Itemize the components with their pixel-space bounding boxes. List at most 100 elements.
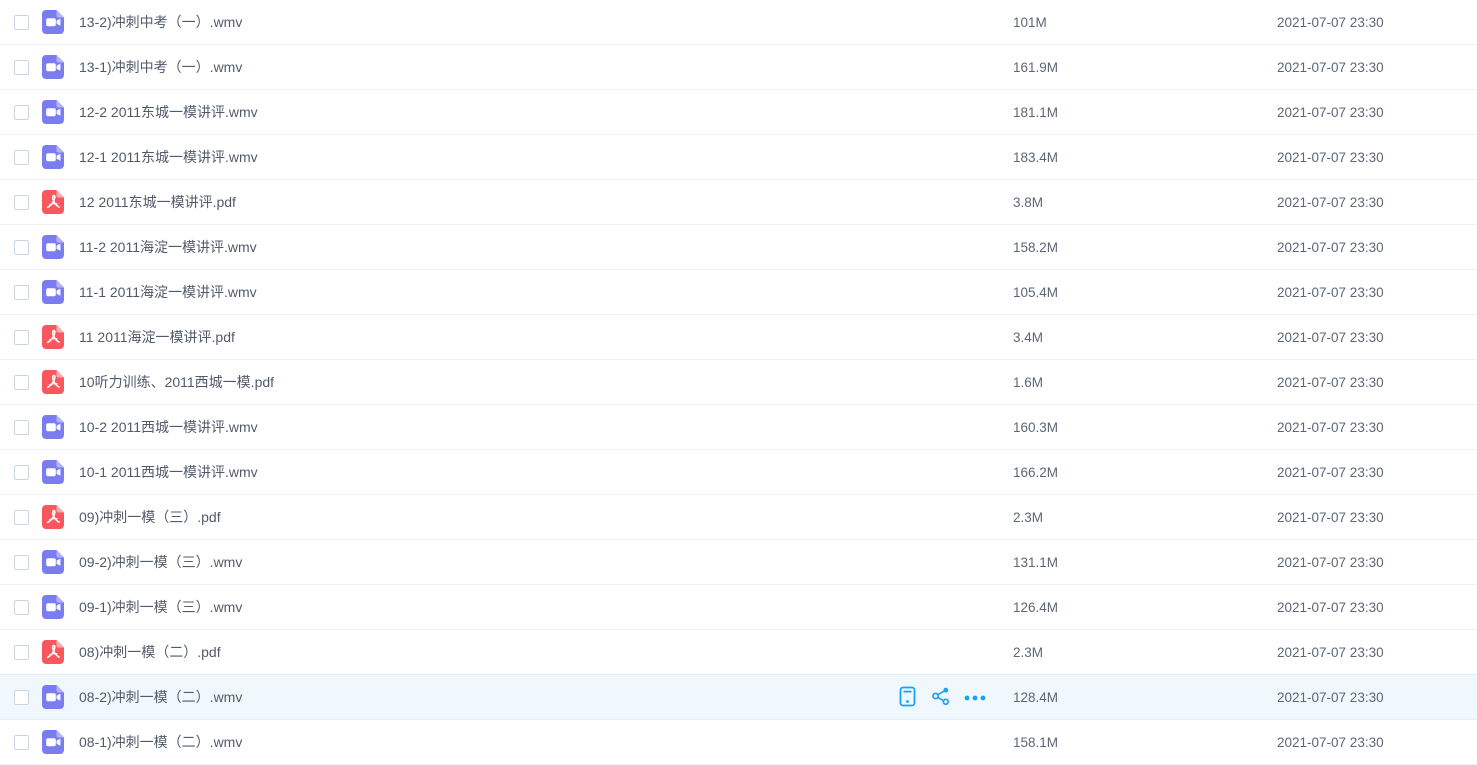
row-checkbox[interactable]	[14, 150, 29, 165]
row-checkbox[interactable]	[14, 510, 29, 525]
file-date: 2021-07-07 23:30	[1277, 585, 1384, 630]
file-date: 2021-07-07 23:30	[1277, 360, 1384, 405]
file-row[interactable]: 08)冲刺一模（二）.pdf	[0, 630, 1477, 675]
file-row[interactable]: 13-1)冲刺中考（一）.wmv	[0, 45, 1477, 90]
file-name[interactable]: 09-1)冲刺一模（三）.wmv	[79, 585, 242, 630]
file-name[interactable]: 09)冲刺一模（三）.pdf	[79, 495, 221, 540]
row-checkbox[interactable]	[14, 555, 29, 570]
file-size: 101M	[1013, 0, 1047, 45]
save-to-device-button[interactable]	[896, 687, 918, 709]
pdf-file-icon	[42, 325, 64, 349]
file-date: 2021-07-07 23:30	[1277, 495, 1384, 540]
file-name[interactable]: 11-1 2011海淀一模讲评.wmv	[79, 270, 257, 315]
file-row[interactable]: 12 2011东城一模讲评.pdf	[0, 180, 1477, 225]
file-name[interactable]: 10听力训练、2011西城一模.pdf	[79, 360, 274, 405]
file-name[interactable]: 12-1 2011东城一模讲评.wmv	[79, 135, 258, 180]
file-row[interactable]: 09-1)冲刺一模（三）.wmv	[0, 585, 1477, 630]
video-file-icon	[42, 685, 64, 709]
file-row[interactable]: 08-1)冲刺一模（二）.wmv	[0, 720, 1477, 765]
file-row[interactable]: 10-1 2011西城一模讲评.wmv	[0, 450, 1477, 495]
share-button[interactable]	[930, 687, 952, 709]
video-file-icon	[42, 730, 64, 754]
file-name[interactable]: 13-1)冲刺中考（一）.wmv	[79, 45, 242, 90]
row-hover-actions	[896, 675, 986, 720]
file-row[interactable]: 09)冲刺一模（三）.pdf	[0, 495, 1477, 540]
video-file-icon	[42, 10, 64, 34]
file-date: 2021-07-07 23:30	[1277, 45, 1384, 90]
file-date: 2021-07-07 23:30	[1277, 315, 1384, 360]
row-checkbox[interactable]	[14, 690, 29, 705]
file-row[interactable]: 09-2)冲刺一模（三）.wmv	[0, 540, 1477, 585]
pdf-file-icon	[42, 370, 64, 394]
save-to-device-icon	[899, 686, 916, 710]
file-row[interactable]: 11-2 2011海淀一模讲评.wmv	[0, 225, 1477, 270]
file-size: 2.3M	[1013, 630, 1043, 675]
file-name[interactable]: 12 2011东城一模讲评.pdf	[79, 180, 236, 225]
file-name[interactable]: 08)冲刺一模（二）.pdf	[79, 630, 221, 675]
file-size: 160.3M	[1013, 405, 1058, 450]
row-checkbox[interactable]	[14, 285, 29, 300]
file-row[interactable]: 12-1 2011东城一模讲评.wmv	[0, 135, 1477, 180]
video-file-icon	[42, 550, 64, 574]
row-checkbox[interactable]	[14, 735, 29, 750]
row-checkbox[interactable]	[14, 330, 29, 345]
file-row[interactable]: 11 2011海淀一模讲评.pdf	[0, 315, 1477, 360]
file-row[interactable]: 08-2)冲刺一模（二）.wmv	[0, 674, 1477, 720]
row-checkbox[interactable]	[14, 105, 29, 120]
file-name[interactable]: 10-1 2011西城一模讲评.wmv	[79, 450, 258, 495]
file-name[interactable]: 12-2 2011东城一模讲评.wmv	[79, 90, 258, 135]
file-date: 2021-07-07 23:30	[1277, 225, 1384, 270]
video-file-icon	[42, 280, 64, 304]
pdf-file-icon	[42, 640, 64, 664]
file-size: 166.2M	[1013, 450, 1058, 495]
file-size: 3.8M	[1013, 180, 1043, 225]
file-name[interactable]: 08-2)冲刺一模（二）.wmv	[79, 675, 242, 720]
file-size: 2.3M	[1013, 495, 1043, 540]
row-checkbox[interactable]	[14, 240, 29, 255]
file-row[interactable]: 10听力训练、2011西城一模.pdf	[0, 360, 1477, 405]
file-size: 181.1M	[1013, 90, 1058, 135]
file-row[interactable]: 11-1 2011海淀一模讲评.wmv	[0, 270, 1477, 315]
file-name[interactable]: 11 2011海淀一模讲评.pdf	[79, 315, 235, 360]
file-size: 158.1M	[1013, 720, 1058, 765]
file-date: 2021-07-07 23:30	[1277, 630, 1384, 675]
row-checkbox[interactable]	[14, 465, 29, 480]
pdf-file-icon	[42, 190, 64, 214]
file-date: 2021-07-07 23:30	[1277, 675, 1384, 720]
file-size: 1.6M	[1013, 360, 1043, 405]
file-size: 161.9M	[1013, 45, 1058, 90]
file-name[interactable]: 09-2)冲刺一模（三）.wmv	[79, 540, 242, 585]
file-name[interactable]: 08-1)冲刺一模（二）.wmv	[79, 720, 242, 765]
file-size: 126.4M	[1013, 585, 1058, 630]
video-file-icon	[42, 55, 64, 79]
row-checkbox[interactable]	[14, 375, 29, 390]
video-file-icon	[42, 145, 64, 169]
share-icon	[931, 686, 951, 709]
row-checkbox[interactable]	[14, 60, 29, 75]
file-date: 2021-07-07 23:30	[1277, 135, 1384, 180]
file-date: 2021-07-07 23:30	[1277, 720, 1384, 765]
file-row[interactable]: 13-2)冲刺中考（一）.wmv	[0, 0, 1477, 45]
row-checkbox[interactable]	[14, 15, 29, 30]
video-file-icon	[42, 460, 64, 484]
row-checkbox[interactable]	[14, 645, 29, 660]
file-size: 105.4M	[1013, 270, 1058, 315]
file-name[interactable]: 13-2)冲刺中考（一）.wmv	[79, 0, 242, 45]
file-size: 128.4M	[1013, 675, 1058, 720]
file-date: 2021-07-07 23:30	[1277, 0, 1384, 45]
video-file-icon	[42, 595, 64, 619]
file-row[interactable]: 12-2 2011东城一模讲评.wmv	[0, 90, 1477, 135]
row-checkbox[interactable]	[14, 420, 29, 435]
file-row[interactable]: 10-2 2011西城一模讲评.wmv	[0, 405, 1477, 450]
file-name[interactable]: 10-2 2011西城一模讲评.wmv	[79, 405, 258, 450]
file-name[interactable]: 11-2 2011海淀一模讲评.wmv	[79, 225, 257, 270]
row-checkbox[interactable]	[14, 600, 29, 615]
row-checkbox[interactable]	[14, 195, 29, 210]
file-date: 2021-07-07 23:30	[1277, 405, 1384, 450]
more-button[interactable]	[964, 687, 986, 709]
file-date: 2021-07-07 23:30	[1277, 270, 1384, 315]
video-file-icon	[42, 235, 64, 259]
file-date: 2021-07-07 23:30	[1277, 540, 1384, 585]
file-size: 158.2M	[1013, 225, 1058, 270]
more-icon	[963, 690, 987, 705]
